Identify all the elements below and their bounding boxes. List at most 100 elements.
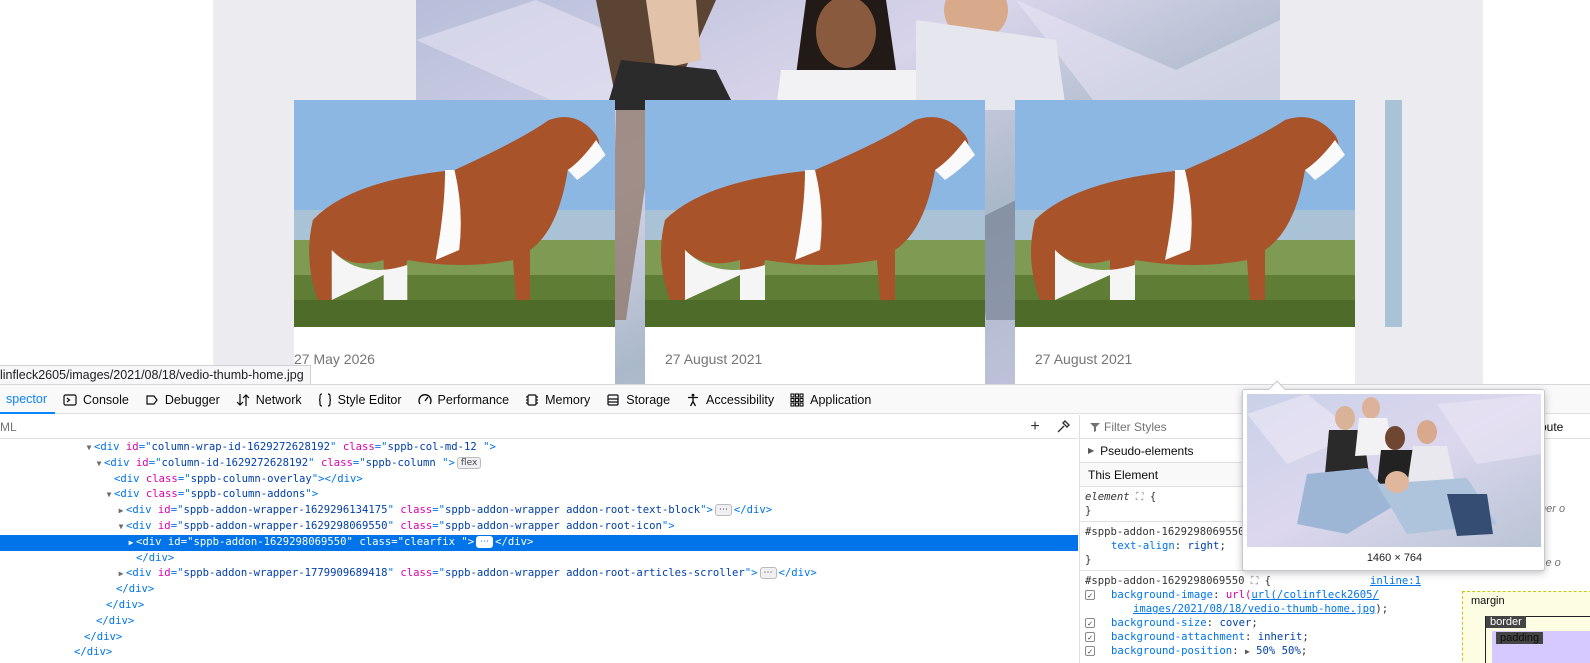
closing-tag: </div> [96,614,135,627]
attr-quote: " [346,535,353,548]
prop-value[interactable]: cover [1219,617,1251,629]
tag-name: div [100,441,120,453]
devtools-tab-application[interactable]: Application [782,385,879,414]
attr-value: column-wrap-id-1629272628192 [151,441,331,453]
attr-value: sppb-addon-wrapper-1629296134175 [183,504,388,517]
devtools-tab-debugger[interactable]: Debugger [137,385,228,414]
tag-close: > [706,504,713,517]
prop-name[interactable]: background-image [1111,589,1213,601]
html-search-input[interactable]: ML [0,420,17,434]
cow-photo [294,100,615,327]
article-card-partial[interactable] [1385,100,1402,327]
devtools-tab-network[interactable]: Network [228,385,310,414]
expanded-toggle-icon[interactable]: ▼ [104,487,114,503]
attr-name: id [135,456,149,469]
attr-name: id [157,504,171,517]
add-node-button[interactable]: + [1026,418,1044,436]
tag-close: > [668,519,675,532]
tag-close: > [751,567,758,580]
tag-name: div [120,472,140,485]
ellipsis-badge[interactable]: ⋯ [476,535,494,548]
dom-node-line[interactable]: </div> [0,645,1078,661]
dom-node-line[interactable]: ▶ <div id="sppb-addon-1629298069550" clas… [0,534,1078,551]
dom-node-line[interactable]: ▼ <div id="column-wrap-id-1629272628192" … [0,440,1078,456]
tag-name: div [132,567,152,580]
ellipsis-badge[interactable]: ⋯ [714,504,732,517]
closing-tag: </div> [84,630,123,643]
bg-image-url[interactable]: url(/colinfleck2605/ [1251,589,1379,601]
expanded-toggle-icon[interactable]: ▼ [94,456,104,472]
cow-photo [645,100,985,327]
dom-node-line[interactable]: </div> [0,582,1078,598]
devtools-tab-console[interactable]: Console [55,385,137,414]
dom-node-line[interactable]: ▶ <div id="sppb-addon-wrapper-17799096894… [0,566,1078,582]
dom-node-line[interactable]: </div> [0,598,1078,614]
attr-name: class [342,441,375,453]
prop-name[interactable]: text-align [1111,540,1175,552]
dom-node-line[interactable]: </div> [0,551,1078,567]
prop-name[interactable]: background-position [1111,645,1232,657]
declaration-checkbox[interactable]: ✓ [1085,646,1095,656]
markup-search-bar: ML + [0,415,1078,439]
attr-name: id [125,441,139,453]
cow-photo [1015,100,1355,327]
pseudo-elements-label: Pseudo-elements [1100,443,1194,458]
expanded-toggle-icon[interactable]: ▼ [116,519,126,535]
devtools-tab-storage[interactable]: Storage [598,385,678,414]
collapsed-toggle-icon[interactable]: ▶ [116,503,126,519]
attr-eq: =" [177,488,191,501]
attr-quote: " [330,441,337,453]
prop-name[interactable]: background-attachment [1111,631,1245,643]
attr-name: id [157,519,171,532]
memory-icon [525,393,539,407]
devtools-tab-performance[interactable]: Performance [410,385,518,414]
article-card[interactable]: 27 August 2021 [1015,100,1355,384]
prop-value[interactable]: 50% 50% [1256,645,1301,657]
devtools-tab-spector[interactable]: spector [0,385,55,414]
collapsed-toggle-icon[interactable]: ▶ [116,566,126,582]
dom-node-line[interactable]: ▼ <div id="column-id-1629272628192" class… [0,456,1078,472]
article-card[interactable]: 27 May 2026 [294,100,615,384]
dom-node-line[interactable]: </div> [0,630,1078,646]
attr-name: class [145,472,178,485]
declaration: ✓ background-size: cover; [1085,616,1425,630]
dom-node-line[interactable]: ▼ <div class="sppb-column-addons"> [0,487,1078,503]
dom-node-line[interactable]: </div> [0,614,1078,630]
closing-tag: </div> [74,646,113,659]
prop-value[interactable]: inherit [1258,631,1303,643]
console-icon [63,393,77,407]
dom-node-line[interactable]: ▼ <div id="sppb-addon-wrapper-16292980695… [0,519,1078,535]
rule-source-link[interactable]: inline:1 [1370,574,1421,588]
box-model-border: border padding [1485,616,1590,663]
flex-badge[interactable]: flex [456,456,482,469]
declaration-checkbox[interactable]: ✓ [1085,590,1095,600]
tag-name: div [142,535,162,548]
declaration: ✓ background-image: url(url(/colinfleck2… [1085,588,1425,616]
browser-page: 27 May 2026 27 August 2021 27 August 202… [0,0,1590,663]
tag-name: div [120,488,140,501]
declaration-checkbox[interactable]: ✓ [1085,632,1095,642]
closing-tag: </div> [495,535,534,548]
article-card[interactable]: 27 August 2021 [645,100,985,384]
attr-eq: =" [170,567,184,580]
expanded-toggle-icon[interactable]: ▼ [84,440,94,456]
attr-eq: =" [432,504,445,517]
devtools-tab-style-editor[interactable]: Style Editor [310,385,410,414]
devtools-tab-memory[interactable]: Memory [517,385,598,414]
collapsed-toggle-icon[interactable]: ▶ [126,535,136,551]
dom-node-line[interactable]: <div class="sppb-column-overlay"></div> [0,472,1078,488]
declaration-checkbox[interactable]: ✓ [1085,618,1095,628]
devtools-tab-accessibility[interactable]: Accessibility [678,385,782,414]
closing-tag: </div> [136,551,175,564]
debugger-icon [145,393,159,407]
css-rule[interactable]: #sppb-addon-1629298069550 ⛶ { inline:1 ✓… [1080,571,1429,662]
dom-node-line[interactable]: ▶ <div id="sppb-addon-wrapper-16292961341… [0,503,1078,519]
prop-value[interactable]: right [1188,540,1220,552]
preview-image [1247,394,1541,547]
application-icon [790,392,804,407]
eyedropper-icon[interactable] [1054,418,1072,436]
bg-image-url-cont[interactable]: images/2021/08/18/vedio-thumb-home.jpg [1133,603,1375,615]
ellipsis-badge[interactable]: ⋯ [759,567,777,580]
prop-name[interactable]: background-size [1111,617,1207,629]
devtools-tab-label: Network [255,392,302,407]
